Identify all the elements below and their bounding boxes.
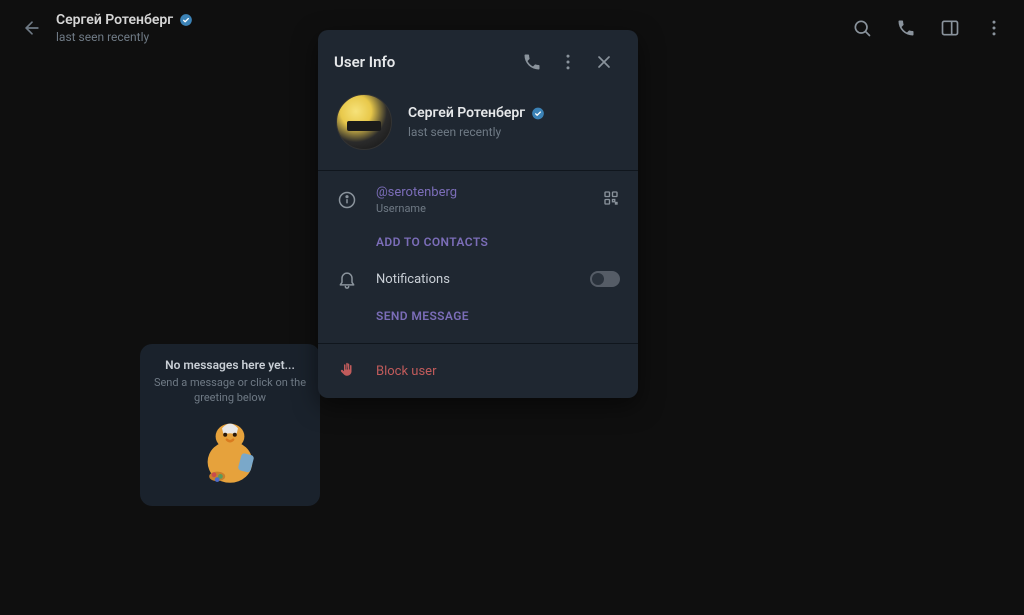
avatar[interactable] [336,94,392,150]
sidepanel-button[interactable] [932,10,968,46]
send-message-button[interactable]: SEND MESSAGE [318,299,638,333]
header-actions [844,10,1012,46]
more-vertical-icon [984,18,1004,38]
search-icon [852,18,872,38]
block-label: Block user [376,364,436,379]
block-user-button[interactable]: Block user [318,350,638,392]
modal-title: User Info [334,53,514,71]
notifications-row[interactable]: Notifications [318,259,638,299]
more-vertical-icon [558,52,578,72]
qr-button[interactable] [602,189,620,211]
modal-more-button[interactable] [550,44,586,80]
verified-badge-icon [531,106,545,120]
info-section: @serotenberg Username ADD TO CONTACTS No… [318,171,638,344]
greeting-sticker[interactable] [190,414,270,494]
verified-badge-icon [179,13,193,27]
profile-section: Сергей Ротенберг last seen recently [318,86,638,171]
block-section: Block user [318,344,638,398]
chat-title: Сергей Ротенберг [56,12,173,28]
close-icon [594,52,614,72]
modal-header: User Info [318,30,638,86]
bell-icon [336,269,358,289]
arrow-left-icon [22,18,42,38]
user-info-modal: User Info Сергей Ротенберг last seen rec… [318,30,638,398]
modal-call-button[interactable] [514,44,550,80]
qr-icon [602,189,620,207]
profile-name: Сергей Ротенберг [408,105,525,121]
username-row[interactable]: @serotenberg Username [318,175,638,225]
modal-close-button[interactable] [586,44,622,80]
phone-icon [522,52,542,72]
empty-subtitle: Send a message or click on the greeting … [152,376,308,406]
empty-title: No messages here yet... [152,358,308,372]
more-button[interactable] [976,10,1012,46]
username-value: @serotenberg [376,185,584,200]
notifications-toggle[interactable] [590,271,620,287]
profile-status: last seen recently [408,125,545,139]
username-label: Username [376,202,584,215]
search-button[interactable] [844,10,880,46]
phone-icon [896,18,916,38]
empty-chat-card: No messages here yet... Send a message o… [140,344,320,506]
add-to-contacts-button[interactable]: ADD TO CONTACTS [318,225,638,259]
sidepanel-icon [940,18,960,38]
info-icon [336,190,358,210]
call-button[interactable] [888,10,924,46]
notifications-label: Notifications [376,272,572,287]
hand-icon [336,362,358,380]
back-button[interactable] [12,8,52,48]
